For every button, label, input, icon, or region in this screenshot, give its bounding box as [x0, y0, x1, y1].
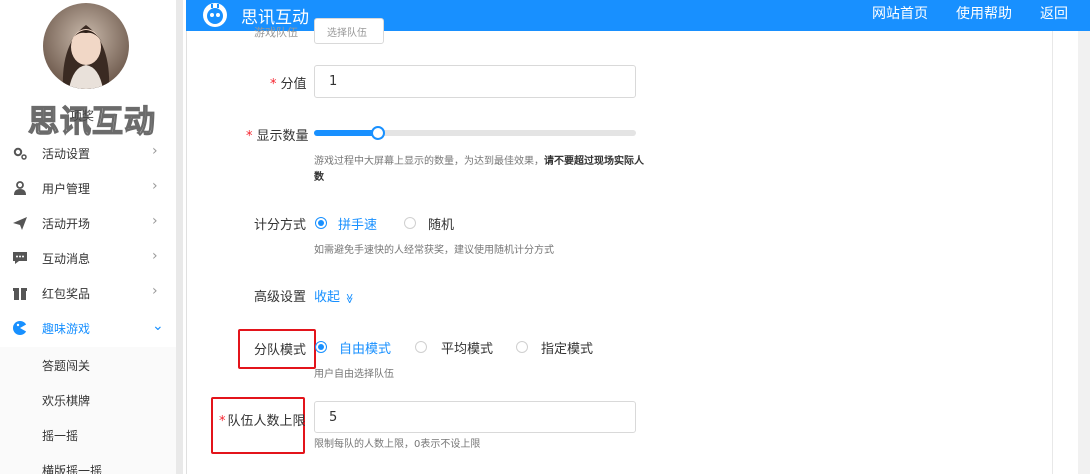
game-icon — [13, 321, 27, 335]
submenu-item-label: 横版摇一摇 — [42, 464, 103, 474]
submenu-item-label: 欢乐棋牌 — [42, 394, 91, 408]
gift-icon — [13, 288, 27, 300]
radio-speed[interactable] — [315, 217, 327, 229]
radio-random-label[interactable]: 随机 — [428, 214, 454, 233]
menu-item-label: 红包奖品 — [42, 287, 91, 301]
menu-item-interactive-messages[interactable]: 互动消息 › — [0, 241, 176, 276]
robot-logo-icon — [203, 3, 227, 27]
submenu-item-horizontal-shake[interactable]: 横版摇一摇 — [0, 452, 176, 474]
slider-handle[interactable] — [371, 126, 385, 140]
team-limit-help: 限制每队的人数上限，0表示不设上限 — [314, 439, 481, 450]
user-icon — [14, 181, 26, 195]
radio-free-mode[interactable] — [315, 341, 327, 353]
avatar[interactable] — [43, 3, 129, 89]
submenu-item-label: 答题闯关 — [42, 359, 91, 373]
team-limit-label: * 队伍人数上限 — [219, 414, 306, 429]
menu-item-activity-settings[interactable]: 活动设置 › — [0, 136, 176, 171]
menu-item-label: 趣味游戏 — [42, 322, 91, 336]
submenu-item-chess-cards[interactable]: 欢乐棋牌 — [0, 382, 176, 417]
team-mode-label: 分队模式 — [254, 343, 307, 358]
brand-sub: 项奖 — [70, 109, 95, 123]
double-chevron-down-icon: ≫ — [343, 293, 355, 304]
team-limit-input[interactable]: 5 — [314, 401, 636, 433]
display-count-help: 游戏过程中大屏幕上显示的数量，为达到最佳效果，请不要超过现场实际人数 — [314, 156, 644, 183]
submenu-item-quiz[interactable]: 答题闯关 — [0, 347, 176, 382]
chevron-right-icon: › — [152, 213, 158, 229]
radio-speed-label[interactable]: 拼手速 — [338, 214, 377, 233]
menu-item-label: 用户管理 — [42, 182, 91, 196]
menu-item-activity-opening[interactable]: 活动开场 › — [0, 206, 176, 241]
app-window: 思讯互动 项奖 活动设置 › 用户管理 › 活动开场 › 互动消息 › 红包奖品… — [0, 0, 1090, 474]
nav-link-back[interactable]: 返回 — [1040, 3, 1068, 23]
chevron-right-icon: › — [152, 248, 158, 264]
team-select-label: 游戏队伍 — [254, 26, 298, 39]
radio-free-mode-label[interactable]: 自由模式 — [339, 338, 391, 357]
sidebar: 思讯互动 项奖 活动设置 › 用户管理 › 活动开场 › 互动消息 › 红包奖品… — [0, 0, 183, 474]
score-input[interactable]: 1 — [314, 65, 636, 98]
chevron-right-icon: › — [152, 143, 158, 159]
submenu-item-label: 摇一摇 — [42, 429, 79, 443]
nav-link-home[interactable]: 网站首页 — [872, 3, 928, 23]
scoring-method-label: 计分方式 — [254, 218, 307, 233]
radio-random[interactable] — [404, 217, 416, 229]
chevron-down-icon: ⌄ — [152, 318, 164, 334]
display-count-label: * 显示数量 — [246, 129, 309, 144]
menu-item-label: 互动消息 — [42, 252, 91, 266]
menu-item-user-management[interactable]: 用户管理 › — [0, 171, 176, 206]
collapse-toggle[interactable]: 收起 ≫ — [314, 286, 355, 305]
radio-average-mode-label[interactable]: 平均模式 — [441, 338, 493, 357]
sidebar-scrollbar[interactable] — [176, 0, 183, 474]
nav-link-help[interactable]: 使用帮助 — [956, 3, 1012, 23]
advanced-settings-label: 高级设置 — [254, 290, 307, 305]
chat-bubble-icon — [13, 252, 27, 264]
display-count-slider[interactable] — [314, 130, 636, 136]
menu-item-red-packet-prizes[interactable]: 红包奖品 › — [0, 276, 176, 311]
team-select-button[interactable]: 选择队伍 — [314, 18, 384, 44]
paper-plane-icon — [13, 217, 27, 230]
gears-icon — [13, 147, 27, 160]
team-mode-help: 用户自由选择队伍 — [314, 369, 394, 380]
content-scrollbar[interactable] — [1078, 31, 1090, 474]
radio-average-mode[interactable] — [415, 341, 427, 353]
slider-fill — [314, 130, 378, 136]
submenu-item-shake[interactable]: 摇一摇 — [0, 417, 176, 452]
chevron-right-icon: › — [152, 283, 158, 299]
menu-item-label: 活动设置 — [42, 147, 91, 161]
content-divider — [186, 31, 187, 474]
score-label: * 分值 — [270, 77, 307, 92]
chevron-right-icon: › — [152, 178, 158, 194]
menu-item-fun-games[interactable]: 趣味游戏 ⌄ — [0, 311, 176, 346]
radio-assigned-mode-label[interactable]: 指定模式 — [541, 338, 593, 357]
menu-item-label: 活动开场 — [42, 217, 91, 231]
radio-assigned-mode[interactable] — [516, 341, 528, 353]
scoring-method-help: 如需避免手速快的人经常获奖，建议使用随机计分方式 — [314, 245, 554, 256]
content-right-border — [1052, 31, 1053, 474]
